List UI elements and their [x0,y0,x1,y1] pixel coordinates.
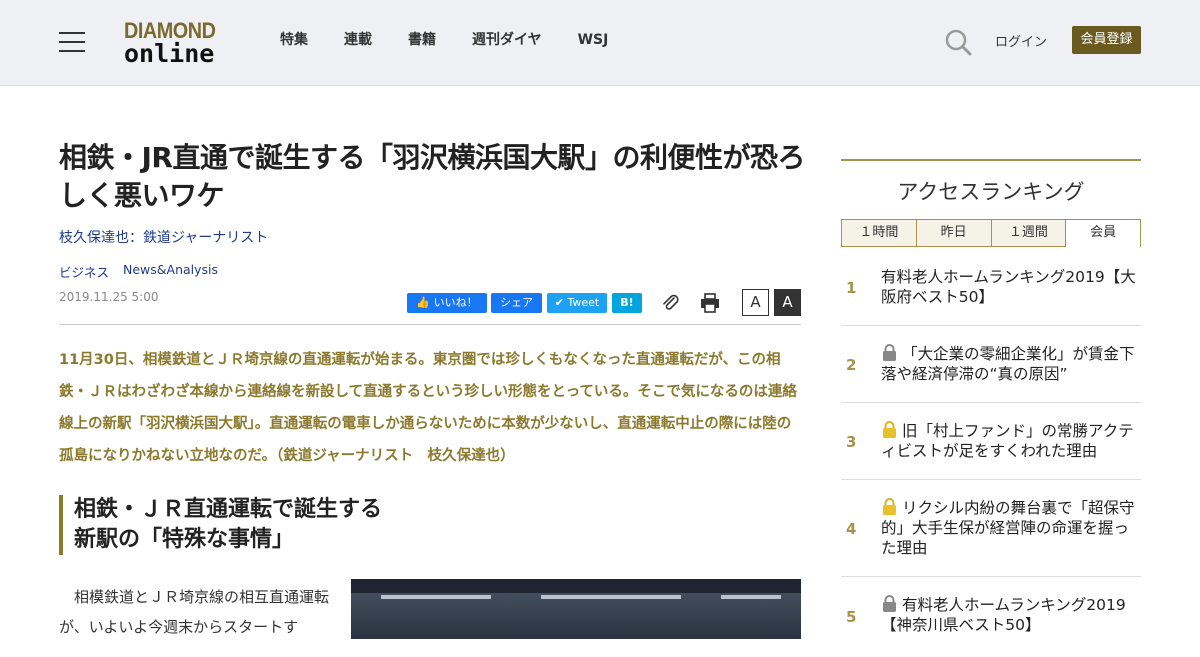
login-link[interactable]: ログイン [995,31,1047,50]
paperclip-icon[interactable] [660,292,680,312]
menu-icon[interactable] [59,32,85,52]
article-body: 相模鉄道とＪＲ埼京線の相互直通運転が、いよいよ今週末からスタートす [59,582,334,642]
article-subheading: 相鉄・ＪＲ直通運転で誕生する 新駅の「特殊な事情」 [59,495,801,555]
subheading-line1: 相鉄・ＪＲ直通運転で誕生する [74,497,383,522]
thumbs-up-icon: 👍 [416,296,431,309]
tweet-label: Tweet [567,296,600,309]
ranking-item[interactable]: 2 「大企業の零細企業化」が賃金下落や経済停滞の“真の原因” [841,326,1141,403]
nav-item-feature[interactable]: 特集 [280,30,308,50]
facebook-like-label: いいね！ [433,296,478,309]
logo-line2: online [124,39,215,68]
tag-business[interactable]: ビジネス [59,262,109,281]
sidebar-divider [841,159,1141,161]
main-nav: 特集 連載 書籍 週刊ダイヤ WSJ [280,30,644,50]
nav-item-wsj[interactable]: WSJ [578,30,609,50]
ranking-title: アクセスランキング [897,180,1085,204]
article-author[interactable]: 枝久保達也：鉄道ジャーナリスト [59,227,268,247]
tag-news-analysis[interactable]: News&Analysis [123,262,218,281]
article-lead: 11月30日、相模鉄道とＪＲ埼京線の直通運転が始まる。東京圏では珍しくもなくなっ… [59,352,797,464]
nav-item-weekly[interactable]: 週刊ダイヤ [472,30,542,50]
rank-title: 有料老人ホームランキング2019【神奈川県ベスト50】 [881,596,1126,634]
hatena-bookmark-button[interactable]: B! [612,293,642,313]
rank-number: 5 [846,608,857,626]
nav-item-books[interactable]: 書籍 [408,30,436,50]
article-title: 相鉄・JR直通で誕生する「羽沢横浜国大駅」の利便性が恐ろしく悪いワケ [59,141,805,212]
rank-title: 「大企業の零細企業化」が賃金下落や経済停滞の“真の原因” [881,345,1135,383]
nav-item-series[interactable]: 連載 [344,30,372,50]
facebook-like-button[interactable]: 👍 いいね！ [407,293,487,313]
ranking-item[interactable]: 4 リクシル内紛の舞台裏で「超保守的」大手生保が経営陣の命運を握った理由 [841,480,1141,577]
rank-number: 4 [846,520,857,538]
rank-title: 有料老人ホームランキング2019【大阪府ベスト50】 [881,268,1136,306]
article-date: 2019.11.25 5:00 [59,290,159,304]
divider [59,324,801,325]
search-icon[interactable] [944,28,972,56]
lock-icon [883,344,896,361]
site-logo[interactable]: DIAMOND online [124,18,228,68]
tab-yesterday[interactable]: 昨日 [915,219,991,247]
font-size-large-button[interactable]: A [774,289,801,316]
ranking-item[interactable]: 5 有料老人ホームランキング2019【神奈川県ベスト50】 [841,577,1141,657]
rank-title: 旧「村上ファンド」の常勝アクティビストが足をすくわれた理由 [881,422,1134,460]
ranking-item[interactable]: 3 旧「村上ファンド」の常勝アクティビストが足をすくわれた理由 [841,403,1141,480]
site-header: DIAMOND online 特集 連載 書籍 週刊ダイヤ WSJ ログイン 会… [0,0,1200,86]
lock-icon [883,498,896,515]
ranking-tabs: １時間 昨日 １週間 会員 [841,219,1141,247]
twitter-bird-icon: ✔ [554,296,564,309]
ranking-item[interactable]: 1 有料老人ホームランキング2019【大阪府ベスト50】 [841,248,1141,326]
rank-number: 1 [846,279,857,297]
article-photo [351,579,801,639]
print-icon[interactable] [700,293,720,313]
tweet-button[interactable]: ✔ Tweet [547,293,607,313]
rank-number: 3 [846,433,857,451]
tab-1week[interactable]: １週間 [990,219,1066,247]
article-body-text: 相模鉄道とＪＲ埼京線の相互直通運転が、いよいよ今週末からスタートす [59,588,330,636]
facebook-share-button[interactable]: シェア [491,293,542,313]
font-size-small-button[interactable]: A [742,289,769,316]
lock-icon [883,421,896,438]
rank-number: 2 [846,356,857,374]
tab-1hour[interactable]: １時間 [841,219,916,247]
ranking-list: 1 有料老人ホームランキング2019【大阪府ベスト50】 2 「大企業の零細企業… [841,248,1141,657]
logo-line1: DIAMOND [124,18,216,43]
article-tags: ビジネス News&Analysis [59,262,232,281]
rank-title: リクシル内紛の舞台裏で「超保守的」大手生保が経営陣の命運を握った理由 [881,499,1135,557]
lock-icon [883,595,896,612]
subheading-line2: 新駅の「特殊な事情」 [74,527,295,552]
tab-members[interactable]: 会員 [1065,219,1141,247]
register-button[interactable]: 会員登録 [1072,26,1141,54]
